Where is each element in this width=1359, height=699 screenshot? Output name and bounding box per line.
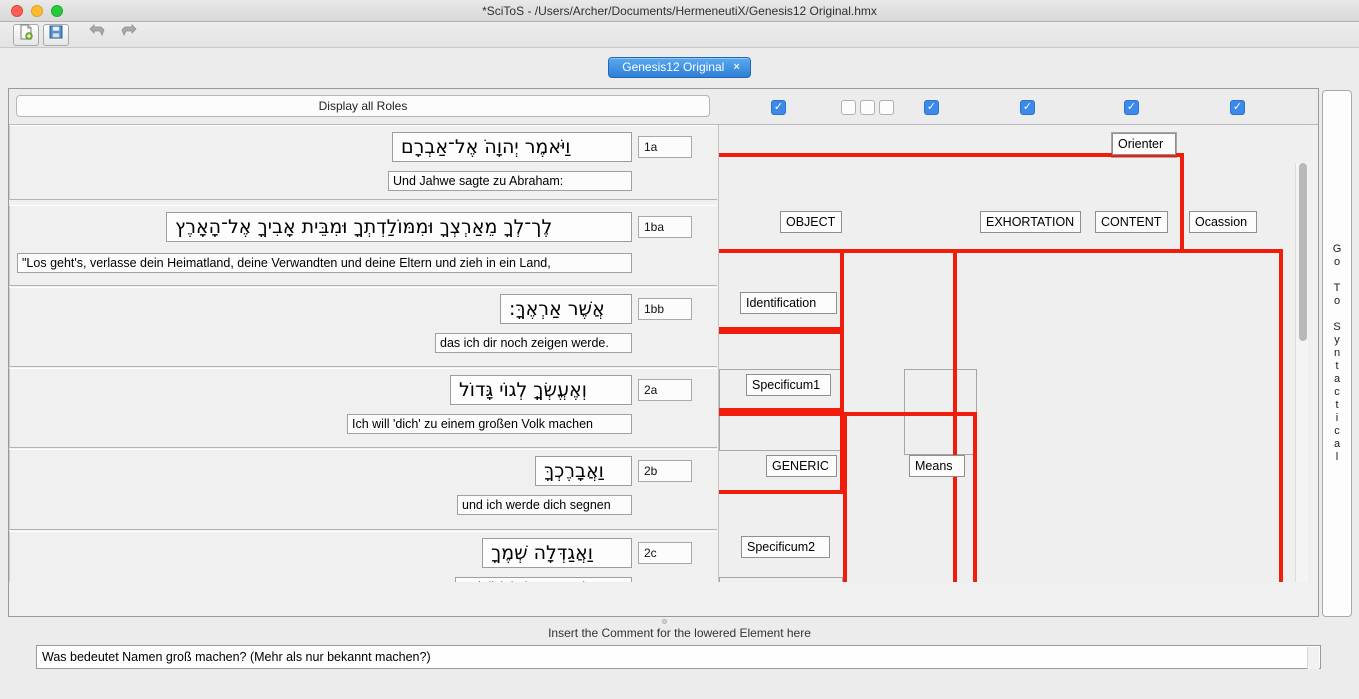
display-all-roles-label: Display all Roles <box>318 99 408 113</box>
translation-field[interactable]: und ich werde dich segnen <box>457 495 632 515</box>
comment-label: Insert the Comment for the lowered Eleme… <box>548 626 811 640</box>
proposition-id-field[interactable]: 2a <box>638 379 692 401</box>
hebrew-text-field[interactable]: וַאֲבָרֶכְךָּ <box>535 456 632 486</box>
checkbox-role-col-3[interactable] <box>860 100 875 115</box>
red-box-means-column[interactable] <box>843 412 977 582</box>
semantic-structure-pane[interactable]: Orienter OBJECT EXHORTATION CONTENT Ocassion… <box>718 125 1310 582</box>
proposition-row[interactable]: וַאֲבָרֶכְךָּ 2b und ich werde dich segnen <box>9 449 717 530</box>
undo-arrow-icon <box>89 24 107 45</box>
role-label-generic[interactable]: GENERIC <box>766 455 837 477</box>
hebrew-text-field[interactable]: וַיֹּאמֶר יְהוָהֹ אֶל־אַבְרָם <box>392 132 632 162</box>
tab-close-icon[interactable]: × <box>733 61 739 73</box>
role-label-exhortation[interactable]: EXHORTATION <box>980 211 1081 233</box>
checkbox-role-col-6[interactable] <box>1020 100 1035 115</box>
maximize-window-button[interactable] <box>51 4 63 17</box>
proposition-row[interactable]: אֲשֶׁר אַרְאֶךָּ: 1bb das ich dir noch zei… <box>9 287 717 367</box>
checkbox-role-col-8[interactable] <box>1230 100 1245 115</box>
role-label-identification[interactable]: Identification <box>740 292 837 314</box>
comment-input[interactable]: Was bedeutet Namen groß machen? (Mehr al… <box>36 645 1321 669</box>
new-document-button[interactable] <box>13 23 39 46</box>
proposition-row[interactable]: וְאֶעֱשְׂךְָ לְגוֹי גָּדוֹל 2a Ich will 'd… <box>9 368 717 448</box>
right-pane-scrollbar-thumb[interactable] <box>1299 163 1307 341</box>
proposition-id-field[interactable]: 1ba <box>638 216 692 238</box>
close-window-button[interactable] <box>11 4 23 17</box>
grey-box-lower <box>719 577 843 582</box>
main-toolbar <box>0 22 1359 48</box>
tab-label: Genesis12 Original <box>622 60 725 74</box>
translation-field[interactable]: "Los geht's, verlasse dein Heimatland, d… <box>17 253 632 273</box>
main-content-frame: Display all Roles וַיֹּאמֶר יְהוָהֹ אֶל־… <box>8 88 1319 617</box>
proposition-row[interactable]: לֶך־לְךָ מֵאַרְצְךָ וּמִמּוֹלַדְתְךָ וּמ… <box>9 205 717 286</box>
checkbox-role-col-7[interactable] <box>1124 100 1139 115</box>
role-label-ocassion[interactable]: Ocassion <box>1189 211 1257 233</box>
proposition-id-field[interactable]: 2c <box>638 542 692 564</box>
save-floppy-icon <box>48 24 64 45</box>
document-tabstrip: Genesis12 Original × <box>0 49 1359 85</box>
pane-divider[interactable] <box>8 617 1319 625</box>
role-label-content[interactable]: CONTENT <box>1095 211 1168 233</box>
translation-field[interactable]: und dich bekannt machen! <box>455 577 632 582</box>
proposition-id-field[interactable]: 1a <box>638 136 692 158</box>
tab-genesis12-original[interactable]: Genesis12 Original × <box>608 56 751 78</box>
hebrew-text-field[interactable]: לֶך־לְךָ מֵאַרְצְךָ וּמִמּוֹלַדְתְךָ וּמ… <box>166 212 632 242</box>
checkbox-role-col-5[interactable] <box>924 100 939 115</box>
checkbox-role-col-2[interactable] <box>841 100 856 115</box>
minimize-window-button[interactable] <box>31 4 43 17</box>
redo-button[interactable] <box>115 24 141 46</box>
proposition-row[interactable]: וַיֹּאמֶר יְהוָהֹ אֶל־אַבְרָם 1a Und Jahwe… <box>9 125 717 200</box>
checkbox-role-col-1[interactable] <box>771 100 786 115</box>
display-all-roles-button[interactable]: Display all Roles <box>16 95 710 117</box>
translation-field[interactable]: Und Jahwe sagte zu Abraham: <box>388 171 632 191</box>
checkbox-role-col-4[interactable] <box>879 100 894 115</box>
comment-scrollbar[interactable] <box>1307 647 1319 669</box>
go-to-syntactical-button[interactable]: Go To Syntactical <box>1322 90 1352 617</box>
red-box-generic[interactable] <box>719 330 844 412</box>
window-controls <box>11 4 63 17</box>
role-label-specificum2[interactable]: Specificum2 <box>741 536 830 558</box>
roles-header-bar: Display all Roles <box>9 89 1318 125</box>
comment-value: Was bedeutet Namen groß machen? (Mehr al… <box>42 650 431 664</box>
right-pane-scrollbar[interactable] <box>1295 163 1308 582</box>
hebrew-text-field[interactable]: אֲשֶׁר אַרְאֶךָּ: <box>500 294 632 324</box>
red-box-content-column[interactable] <box>953 249 1283 582</box>
role-label-object[interactable]: OBJECT <box>780 211 842 233</box>
translation-field[interactable]: das ich dir noch zeigen werde. <box>435 333 632 353</box>
proposition-row[interactable]: וַאֲגַדְּלָה שְׁמֶךָ 2c und dich bekannt m… <box>9 531 717 582</box>
window-titlebar: *SciToS - /Users/Archer/Documents/Hermen… <box>0 0 1359 22</box>
new-document-icon <box>18 24 34 45</box>
pane-divider-handle[interactable] <box>661 619 667 624</box>
undo-button[interactable] <box>85 24 111 46</box>
go-to-syntactical-label: Go To Syntactical <box>1331 243 1343 464</box>
role-label-orienter[interactable]: Orienter <box>1112 133 1176 155</box>
save-document-button[interactable] <box>43 23 69 46</box>
red-box-object[interactable] <box>719 249 844 331</box>
hebrew-text-field[interactable]: וַאֲגַדְּלָה שְׁמֶךָ <box>482 538 632 568</box>
proposition-id-field[interactable]: 2b <box>638 460 692 482</box>
red-box-specificum2[interactable] <box>719 412 844 494</box>
hebrew-text-field[interactable]: וְאֶעֱשְׂךְָ לְגוֹי גָּדוֹל <box>450 375 632 405</box>
role-label-means[interactable]: Means <box>909 455 965 477</box>
role-label-specificum1[interactable]: Specificum1 <box>746 374 831 396</box>
proposition-id-field[interactable]: 1bb <box>638 298 692 320</box>
redo-arrow-icon <box>119 24 137 45</box>
proposition-list-pane[interactable]: וַיֹּאמֶר יְהוָהֹ אֶל־אַבְרָם 1a Und Jahwe… <box>9 125 717 582</box>
window-title: *SciToS - /Users/Archer/Documents/Hermen… <box>482 3 877 18</box>
translation-field[interactable]: Ich will 'dich' zu einem großen Volk mac… <box>347 414 632 434</box>
red-box-orienter-span[interactable] <box>719 153 1184 253</box>
